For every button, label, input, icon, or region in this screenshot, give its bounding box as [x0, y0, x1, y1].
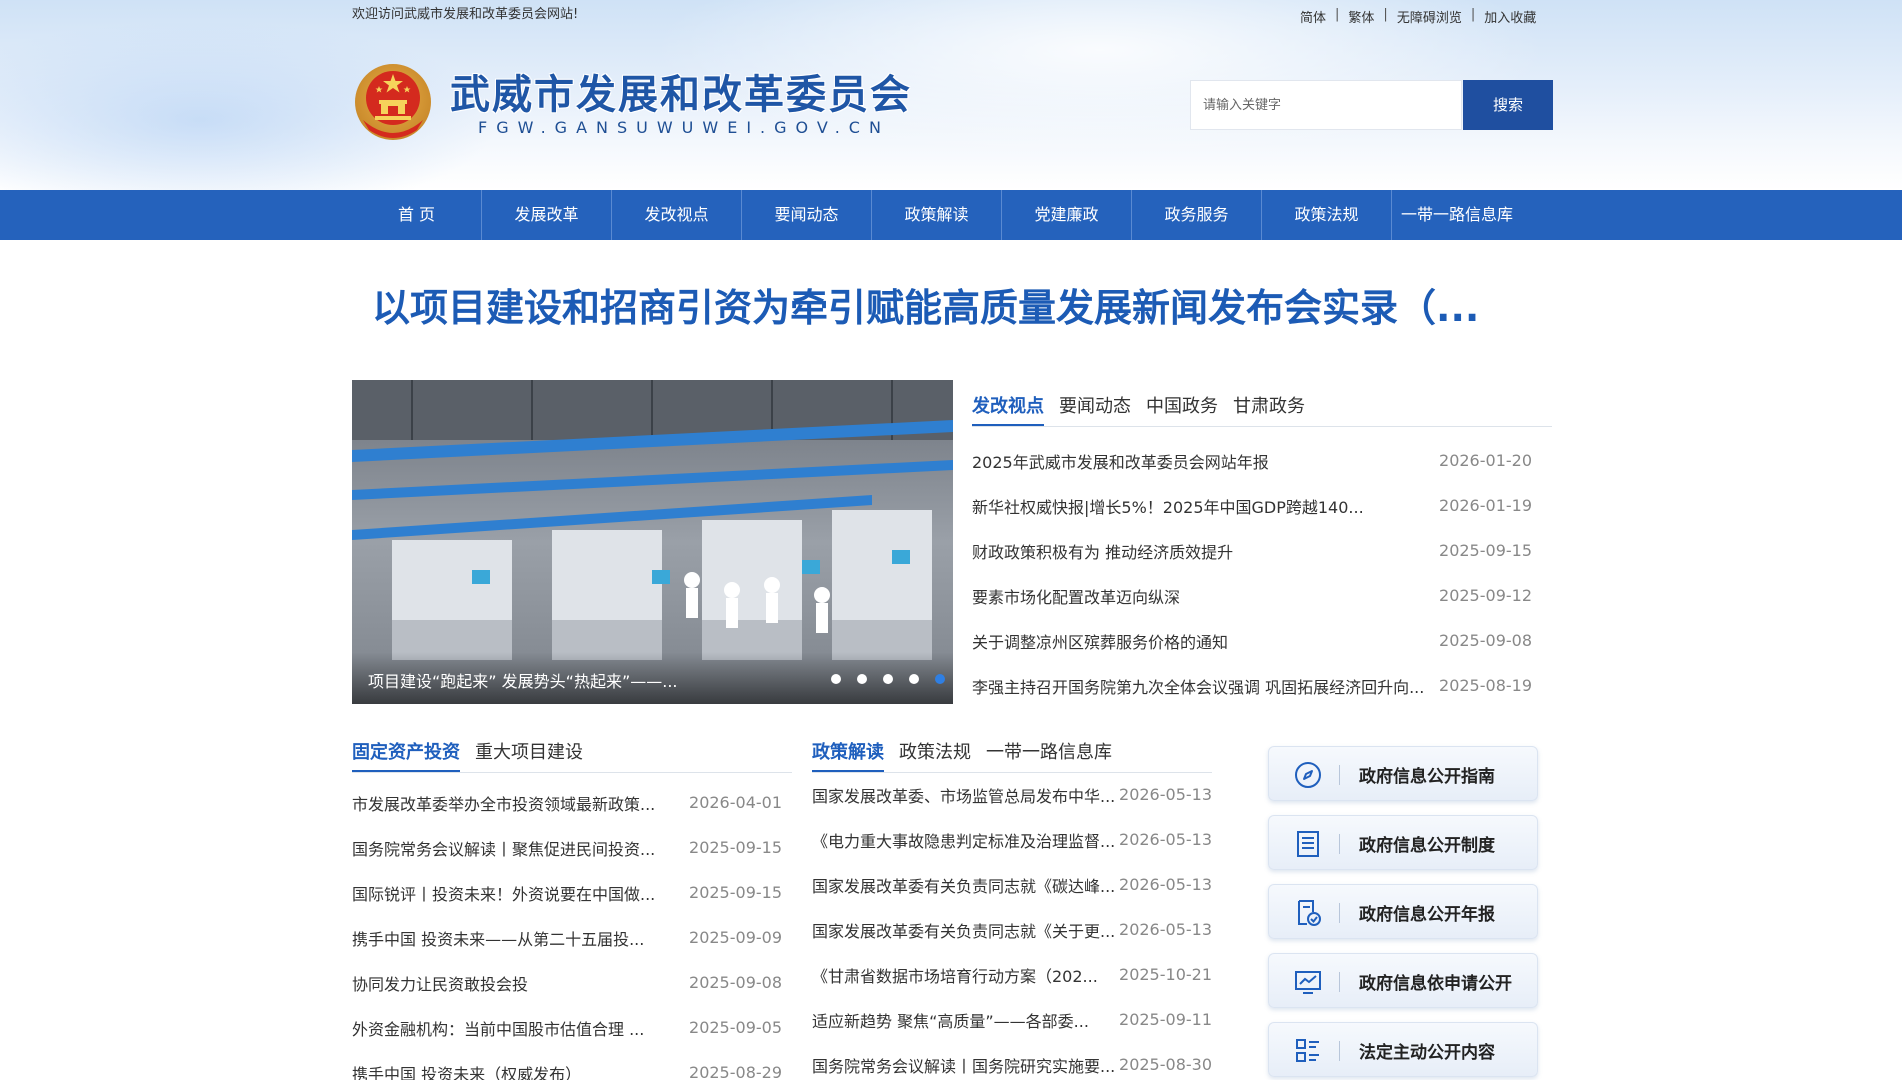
list-item[interactable]: 协同发力让民资敢投会投 2025-09-08 [352, 960, 782, 1005]
site-domain: FGW.GANSUWUWEI.GOV.CN [478, 118, 890, 137]
report-check-icon [1298, 900, 1321, 926]
list-item[interactable]: 新华社权威快报|增长5%！2025年中国GDP跨越140... 2026-01-1… [972, 483, 1532, 528]
top-panel-tabs: 发改视点 要闻动态 中国政务 甘肃政务 [972, 392, 1552, 427]
tab-belt-road[interactable]: 一带一路信息库 [986, 738, 1112, 772]
headline[interactable]: 以项目建设和招商引资为牵引赋能高质量发展新闻发布会实录（... [372, 277, 1532, 332]
tab-policy-interpretation[interactable]: 政策解读 [812, 738, 884, 772]
slider-dot-3[interactable] [883, 674, 893, 684]
header-background [0, 0, 1902, 190]
list-item[interactable]: 国家发展改革委有关负责同志就《关于更... 2026-05-13 [812, 907, 1212, 952]
list-item[interactable]: 国家发展改革委、市场监管总局发布中华... 2026-05-13 [812, 772, 1212, 817]
gov-info-annual-report-button[interactable]: 政府信息公开年报 [1268, 884, 1538, 939]
left-panel-tabs: 固定资产投资 重大项目建设 [352, 738, 792, 773]
list-item[interactable]: 市发展改革委举办全市投资领域最新政策... 2026-04-01 [352, 780, 782, 825]
link-simplified[interactable]: 简体 [1300, 7, 1326, 26]
left-news-list: 市发展改革委举办全市投资领域最新政策... 2026-04-01 国务院常务会议解… [352, 780, 782, 1080]
list-item[interactable]: 携手中国 投资未来（权威发布） 2025-08-29 [352, 1050, 782, 1080]
list-item[interactable]: 国务院常务会议解读丨聚焦促进民间投资... 2025-09-15 [352, 825, 782, 870]
tab-policy-regulation[interactable]: 政策法规 [899, 738, 971, 772]
gov-info-guide-button[interactable]: 政府信息公开指南 [1268, 746, 1538, 801]
nav-government-service[interactable]: 政务服务 [1132, 190, 1262, 240]
nav-home[interactable]: 首 页 [352, 190, 482, 240]
link-accessibility[interactable]: 无障碍浏览 [1397, 7, 1462, 26]
list-item[interactable]: 携手中国 投资未来——从第二十五届投... 2025-09-09 [352, 915, 782, 960]
slider-dot-1[interactable] [831, 674, 841, 684]
gov-info-system-button[interactable]: 政府信息公开制度 [1268, 815, 1538, 870]
link-traditional[interactable]: 繁体 [1348, 7, 1374, 26]
compass-icon [1295, 762, 1321, 788]
slider-dot-4[interactable] [909, 674, 919, 684]
nav-policy-interpretation[interactable]: 政策解读 [872, 190, 1002, 240]
list-item[interactable]: 《甘肃省数据市场培育行动方案（202... 2025-10-21 [812, 952, 1212, 997]
search-input[interactable]: 请输入关键字 [1190, 80, 1462, 130]
mid-panel-tabs: 政策解读 政策法规 一带一路信息库 [812, 738, 1212, 773]
document-list-icon [1297, 831, 1319, 857]
image-slider[interactable]: 项目建设“跑起来” 发展势头“热起来”——... [352, 380, 953, 704]
main-nav: 首 页 发展改革 发改视点 要闻动态 政策解读 党建廉政 政务服务 政策法规 一… [0, 190, 1902, 240]
list-item[interactable]: 财政政策积极有为 推动经济质效提升 2025-09-15 [972, 528, 1532, 573]
tab-major-projects[interactable]: 重大项目建设 [475, 738, 583, 772]
slider-dot-2[interactable] [857, 674, 867, 684]
list-item[interactable]: 要素市场化配置改革迈向纵深 2025-09-12 [972, 573, 1532, 618]
nav-news[interactable]: 要闻动态 [742, 190, 872, 240]
top-news-list: 2025年武威市发展和改革委员会网站年报 2026-01-20 新华社权威快报|增… [972, 438, 1532, 708]
top-links: 简体 | 繁体 | 无障碍浏览 | 加入收藏 [1300, 7, 1537, 26]
nav-policy-regulation[interactable]: 政策法规 [1262, 190, 1392, 240]
nav-party-building[interactable]: 党建廉政 [1002, 190, 1132, 240]
list-item[interactable]: 外资金融机构：当前中国股市估值合理 ... 2025-09-05 [352, 1005, 782, 1050]
list-item[interactable]: 李强主持召开国务院第九次全体会议强调 巩固拓展经济回升向... 2025-08-1… [972, 663, 1532, 708]
list-item[interactable]: 国际锐评丨投资未来！外资说要在中国做... 2025-09-15 [352, 870, 782, 915]
list-item[interactable]: 国务院常务会议解读丨国务院研究实施要... 2025-08-30 [812, 1042, 1212, 1080]
tab-reform-viewpoint[interactable]: 发改视点 [972, 392, 1044, 426]
list-item[interactable]: 《电力重大事故隐患判定标准及治理监督... 2026-05-13 [812, 817, 1212, 862]
search-button[interactable]: 搜索 [1463, 80, 1553, 130]
chart-monitor-icon [1295, 971, 1321, 994]
tab-fixed-asset-investment[interactable]: 固定资产投资 [352, 738, 460, 772]
link-bookmark[interactable]: 加入收藏 [1484, 7, 1536, 26]
tab-news[interactable]: 要闻动态 [1059, 392, 1131, 426]
list-item[interactable]: 国家发展改革委有关负责同志就《碳达峰... 2026-05-13 [812, 862, 1212, 907]
welcome-text: 欢迎访问武威市发展和改革委员会网站! [352, 7, 579, 22]
nav-reform-viewpoint[interactable]: 发改视点 [612, 190, 742, 240]
gov-info-application-button[interactable]: 政府信息依申请公开 [1268, 953, 1538, 1008]
national-emblem-icon [353, 60, 433, 144]
mid-news-list: 国家发展改革委、市场监管总局发布中华... 2026-05-13 《电力重大事故隐… [812, 772, 1212, 1080]
list-item[interactable]: 2025年武威市发展和改革委员会网站年报 2026-01-20 [972, 438, 1532, 483]
tab-china-gov[interactable]: 中国政务 [1146, 392, 1218, 426]
slider-dots [831, 674, 945, 684]
nav-belt-road[interactable]: 一带一路信息库 [1392, 190, 1522, 240]
list-item[interactable]: 关于调整凉州区殡葬服务价格的通知 2025-09-08 [972, 618, 1532, 663]
slider-dot-5[interactable] [935, 674, 945, 684]
list-item[interactable]: 适应新趋势 聚焦“高质量”——各部委... 2025-09-11 [812, 997, 1212, 1042]
list-grid-icon [1296, 1039, 1319, 1062]
statutory-disclosure-button[interactable]: 法定主动公开内容 [1268, 1022, 1538, 1077]
nav-development-reform[interactable]: 发展改革 [482, 190, 612, 240]
site-title: 武威市发展和改革委员会 [450, 72, 912, 118]
tab-gansu-gov[interactable]: 甘肃政务 [1233, 392, 1305, 426]
slider-caption[interactable]: 项目建设“跑起来” 发展势头“热起来”——... [368, 668, 758, 692]
